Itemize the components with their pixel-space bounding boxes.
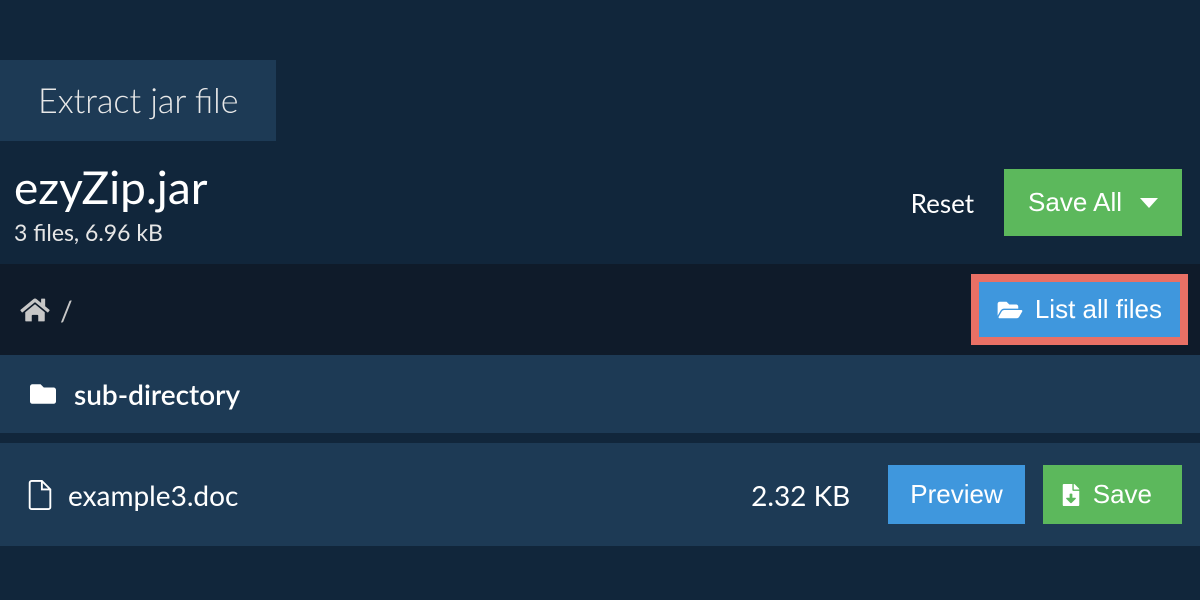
row-name: example3.doc — [28, 478, 733, 512]
row-name: sub-directory — [28, 377, 1182, 411]
header: ezyZip.jar 3 files, 6.96 kB Reset Save A… — [0, 141, 1200, 264]
tab-strip: Extract jar file — [0, 0, 1200, 141]
archive-filename: ezyZip.jar — [14, 159, 207, 214]
file-size: 2.32 KB — [751, 478, 850, 512]
download-icon — [1061, 484, 1081, 506]
tab-label: Extract jar file — [38, 80, 238, 121]
breadcrumb[interactable]: / — [20, 293, 73, 327]
breadcrumb-bar: / List all files — [0, 264, 1200, 355]
preview-label: Preview — [910, 479, 1002, 509]
tab-extract[interactable]: Extract jar file — [0, 60, 276, 141]
list-all-highlight: List all files — [971, 274, 1188, 345]
save-label: Save — [1093, 479, 1152, 510]
folder-icon — [28, 381, 58, 407]
save-button[interactable]: Save — [1043, 465, 1182, 524]
list-row-directory[interactable]: sub-directory — [0, 355, 1200, 443]
reset-link[interactable]: Reset — [911, 187, 974, 219]
file-name: example3.doc — [68, 478, 238, 512]
file-list: sub-directory example3.doc 2.32 KB Previ… — [0, 355, 1200, 546]
list-all-label: List all files — [1035, 294, 1162, 325]
list-all-files-button[interactable]: List all files — [979, 282, 1180, 337]
caret-down-icon — [1140, 198, 1158, 208]
preview-button[interactable]: Preview — [888, 465, 1024, 524]
home-icon — [20, 297, 50, 323]
list-row-file: example3.doc 2.32 KB Preview Save — [0, 443, 1200, 546]
folder-open-icon — [997, 299, 1023, 321]
archive-meta: 3 files, 6.96 kB — [14, 218, 207, 246]
title-block: ezyZip.jar 3 files, 6.96 kB — [14, 159, 207, 246]
save-all-button[interactable]: Save All — [1004, 169, 1182, 236]
directory-name: sub-directory — [74, 377, 240, 411]
save-all-label: Save All — [1028, 187, 1122, 218]
header-actions: Reset Save All — [911, 169, 1182, 236]
file-icon — [28, 480, 52, 510]
breadcrumb-path: / — [60, 293, 73, 327]
